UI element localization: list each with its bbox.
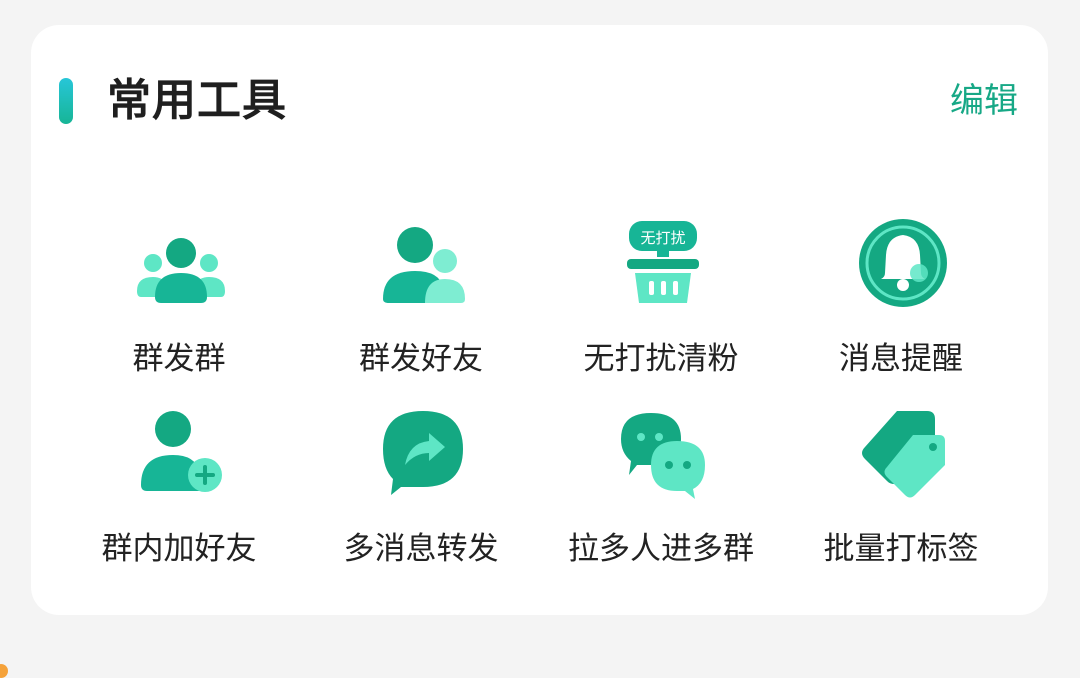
card-header: 常用工具 编辑	[31, 25, 1048, 175]
bell-icon	[859, 219, 947, 307]
tool-label: 群发群	[132, 341, 226, 377]
badge-text: 无打扰	[640, 229, 685, 247]
tool-label: 多消息转发	[343, 531, 499, 567]
tool-label: 群发好友	[359, 341, 483, 377]
decorative-dot	[0, 664, 8, 678]
tool-label: 消息提醒	[839, 341, 963, 377]
forward-message-icon	[383, 411, 463, 495]
chat-bubbles-icon	[621, 413, 705, 499]
tool-multi-forward[interactable]: 多消息转发	[301, 405, 541, 575]
add-friend-icon	[141, 411, 222, 492]
tool-friends-broadcast[interactable]: 群发好友	[301, 215, 541, 385]
section-title: 常用工具	[107, 75, 287, 126]
tool-add-friend-in-group[interactable]: 群内加好友	[59, 405, 299, 575]
tool-silent-clean[interactable]: 无打扰 无打扰清粉	[541, 215, 781, 385]
common-tools-card: 常用工具 编辑 群发群 群发好友 无打扰 无打扰清粉 消息提醒 群内加好友 多消…	[31, 25, 1048, 615]
group-broadcast-icon	[137, 238, 225, 303]
tool-label: 无打扰清粉	[583, 341, 739, 377]
title-accent-bar	[59, 78, 73, 124]
tool-message-reminder[interactable]: 消息提醒	[781, 215, 1021, 385]
tool-pull-into-groups[interactable]: 拉多人进多群	[541, 405, 781, 575]
tool-label: 群内加好友	[101, 531, 257, 567]
tool-group-broadcast[interactable]: 群发群	[59, 215, 299, 385]
tool-label: 批量打标签	[823, 531, 979, 567]
tags-icon	[862, 411, 945, 498]
tools-grid: 群发群 群发好友 无打扰 无打扰清粉 消息提醒 群内加好友 多消息转发 拉多人进…	[31, 215, 1048, 585]
tool-label: 拉多人进多群	[568, 531, 754, 567]
edit-button[interactable]: 编辑	[950, 77, 1018, 125]
friends-broadcast-icon	[383, 227, 465, 303]
tool-batch-tag[interactable]: 批量打标签	[781, 405, 1021, 575]
silent-clean-icon: 无打扰	[627, 221, 699, 303]
